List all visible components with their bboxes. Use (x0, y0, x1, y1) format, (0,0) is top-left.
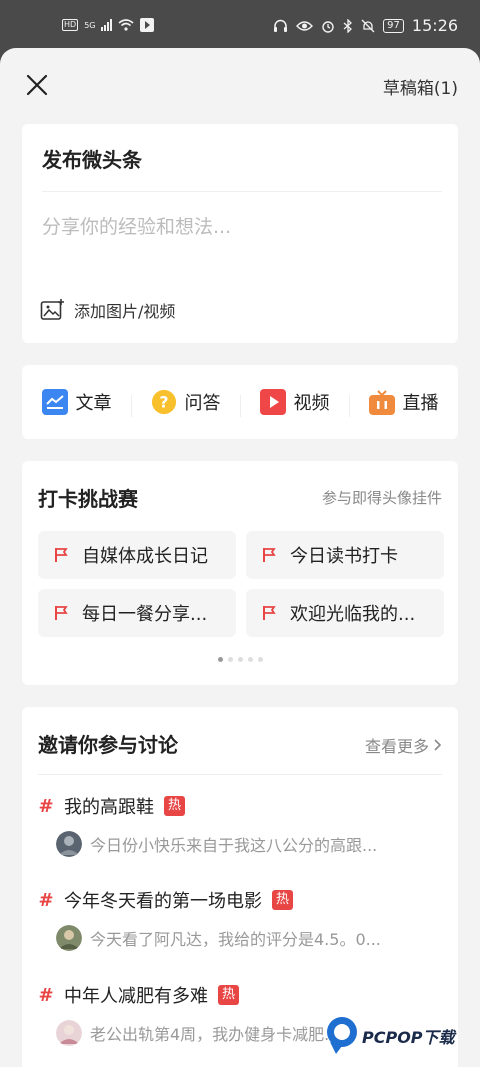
top-bar: 草稿箱(1) (0, 48, 480, 122)
live-icon (368, 389, 395, 415)
challenge-item-label: 今日读书打卡 (290, 546, 398, 567)
type-live[interactable]: 直播 (349, 389, 458, 417)
signal-icon (101, 19, 113, 31)
flag-icon (55, 548, 68, 562)
topic-title: 我的高跟鞋 (64, 797, 154, 818)
flag-icon (263, 606, 276, 620)
compose-title: 发布微头条 (42, 148, 142, 172)
page-dot (247, 657, 253, 662)
watermark-text: PCPOP下载 (362, 1028, 455, 1047)
topic-preview: 今天看了阿凡达，我给的评分是4.5。0... (90, 930, 381, 949)
challenge-item-label: 欢迎光临我的... (290, 604, 416, 625)
type-article[interactable]: 文章 (22, 389, 131, 415)
hashtag-icon: # (38, 795, 54, 817)
add-media-label: 添加图片/视频 (74, 302, 176, 321)
publish-sheet: 草稿箱(1) 发布微头条 添加图片/视频 文章 ? 问答 视频 直播 打卡挑 (0, 48, 480, 1067)
post-type-bar: 文章 ? 问答 视频 直播 (22, 365, 458, 439)
challenge-item[interactable]: 每日一餐分享... (38, 589, 236, 637)
challenge-title: 打卡挑战赛 (38, 487, 138, 511)
type-qa[interactable]: ? 问答 (131, 389, 240, 417)
video-icon (259, 389, 286, 415)
discussion-card: 邀请你参与讨论 查看更多 # 我的高跟鞋 热 今日份小快乐来自于我这八公分的高跟… (22, 707, 458, 1067)
flag-icon (263, 548, 276, 562)
type-qa-label: 问答 (184, 393, 221, 414)
close-icon[interactable] (24, 72, 50, 98)
topic-item[interactable]: # 今年冬天看的第一场电影 热 今天看了阿凡达，我给的评分是4.5。0... (38, 887, 442, 951)
type-video[interactable]: 视频 (240, 389, 349, 417)
wifi-icon (118, 19, 135, 31)
avatar (56, 925, 82, 951)
article-icon (41, 389, 68, 415)
drafts-button[interactable]: 草稿箱(1) (383, 74, 458, 99)
status-left: HD 5G (62, 18, 155, 32)
flag-icon (55, 606, 68, 620)
compose-card: 发布微头条 添加图片/视频 (22, 124, 458, 343)
type-article-label: 文章 (75, 393, 112, 414)
page-indicator (22, 657, 458, 662)
challenge-item[interactable]: 自媒体成长日记 (38, 531, 236, 579)
add-media-button[interactable]: 添加图片/视频 (40, 298, 175, 322)
topic-item[interactable]: # 我的高跟鞋 热 今日份小快乐来自于我这八公分的高跟... (38, 793, 442, 857)
type-video-label: 视频 (293, 393, 330, 414)
hot-badge: 热 (218, 985, 240, 1005)
hd-badge: HD (62, 19, 79, 31)
topic-preview: 老公出轨第4周，我办健身卡减肥... (90, 1025, 340, 1044)
alarm-icon (322, 20, 334, 33)
hashtag-icon: # (38, 984, 54, 1006)
page-dot (217, 657, 223, 662)
headphones-icon (274, 19, 288, 32)
topic-title: 今年冬天看的第一场电影 (64, 891, 262, 912)
network-gen: 5G (84, 20, 96, 30)
avatar (56, 1020, 82, 1046)
checkin-challenge-card: 打卡挑战赛 参与即得头像挂件 自媒体成长日记 今日读书打卡 每日一餐分享... … (22, 461, 458, 685)
page-dot (237, 657, 243, 662)
see-more-label: 查看更多 (364, 737, 429, 756)
question-icon: ? (151, 389, 177, 415)
bluetooth-icon (343, 18, 353, 33)
mute-icon (361, 19, 375, 32)
app-notification-icon (140, 18, 155, 32)
challenge-item-label: 自媒体成长日记 (82, 546, 208, 567)
hot-badge: 热 (164, 796, 186, 816)
status-time: 15:26 (411, 16, 458, 35)
svg-text:?: ? (159, 393, 168, 412)
divider (38, 774, 442, 775)
challenge-item-label: 每日一餐分享... (82, 604, 208, 625)
hashtag-icon: # (38, 889, 54, 911)
topic-title: 中年人减肥有多难 (64, 986, 208, 1007)
challenge-item[interactable]: 今日读书打卡 (246, 531, 444, 579)
watermark-logo-icon (327, 1017, 357, 1054)
type-live-label: 直播 (402, 393, 439, 414)
topic-preview: 今日份小快乐来自于我这八公分的高跟... (90, 836, 378, 855)
add-image-icon (40, 299, 64, 320)
see-more-link[interactable]: 查看更多 (365, 733, 442, 757)
challenge-item[interactable]: 欢迎光临我的... (246, 589, 444, 637)
chevron-right-icon (434, 739, 442, 751)
challenge-subtitle[interactable]: 参与即得头像挂件 (322, 487, 442, 508)
divider (42, 191, 442, 192)
compose-input[interactable] (42, 216, 438, 238)
site-watermark: PCPOP下载 (326, 1016, 455, 1056)
discussion-title: 邀请你参与讨论 (38, 733, 178, 757)
eye-icon (296, 20, 314, 31)
page-dot (257, 657, 263, 662)
page-dot (227, 657, 233, 662)
hot-badge: 热 (272, 890, 294, 910)
status-right: 97 15:26 (273, 16, 458, 35)
avatar (56, 831, 82, 857)
battery-indicator: 97 (383, 18, 404, 33)
